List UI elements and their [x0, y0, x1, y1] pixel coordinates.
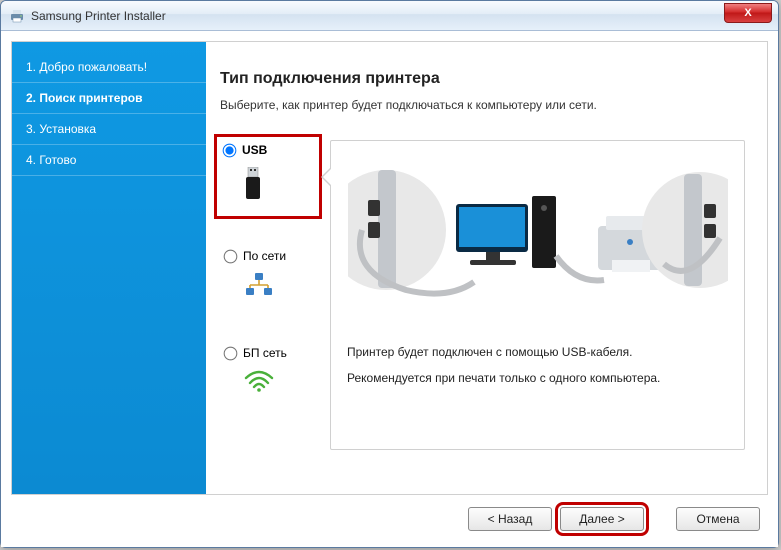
option-wireless[interactable]: БП сеть [220, 342, 316, 401]
option-network-label[interactable]: По сети [224, 249, 286, 263]
printer-app-icon [9, 8, 25, 24]
network-icon [244, 273, 274, 300]
app-window: Samsung Printer Installer X 1. Добро пож… [0, 0, 779, 548]
next-button[interactable]: Далее > [560, 507, 644, 531]
sidebar-step-install: 3. Установка [12, 114, 206, 145]
content-area: 1. Добро пожаловать! 2. Поиск принтеров … [11, 41, 768, 495]
window-body: 1. Добро пожаловать! 2. Поиск принтеров … [1, 31, 778, 547]
detail-panel: Принтер будет подключен с помощью USB-ка… [330, 140, 745, 450]
option-usb-text: USB [242, 143, 267, 157]
sidebar: 1. Добро пожаловать! 2. Поиск принтеров … [12, 42, 206, 494]
radio-wireless[interactable] [224, 346, 238, 360]
option-network-text: По сети [243, 249, 286, 263]
close-button[interactable]: X [724, 3, 772, 23]
radio-network[interactable] [224, 249, 238, 263]
option-usb-label[interactable]: USB [223, 143, 267, 157]
main-panel: Тип подключения принтера Выберите, как п… [206, 42, 767, 494]
footer: < Назад Далее > Отмена [11, 495, 768, 539]
close-icon: X [744, 7, 751, 19]
option-usb[interactable]: USB [214, 134, 322, 219]
page-title: Тип подключения принтера [220, 70, 745, 88]
detail-line-2: Рекомендуется при печати только с одного… [347, 371, 728, 385]
sidebar-step-search: 2. Поиск принтеров [12, 83, 206, 114]
sidebar-step-welcome: 1. Добро пожаловать! [12, 52, 206, 83]
connection-illustration [347, 155, 728, 325]
cancel-button[interactable]: Отмена [676, 507, 760, 531]
option-network[interactable]: По сети [220, 245, 316, 306]
page-subtitle: Выберите, как принтер будет подключаться… [220, 98, 745, 112]
detail-line-1: Принтер будет подключен с помощью USB-ка… [347, 345, 728, 359]
wifi-icon [244, 370, 274, 395]
options-column: USB [220, 140, 316, 450]
radio-usb[interactable] [223, 143, 237, 157]
sidebar-step-done: 4. Готово [12, 145, 206, 176]
titlebar: Samsung Printer Installer X [1, 1, 778, 31]
usb-icon [243, 167, 263, 206]
window-title: Samsung Printer Installer [31, 9, 724, 23]
options-row: USB [220, 140, 745, 450]
option-wireless-text: БП сеть [243, 346, 287, 360]
option-wireless-label[interactable]: БП сеть [224, 346, 287, 360]
back-button[interactable]: < Назад [468, 507, 552, 531]
